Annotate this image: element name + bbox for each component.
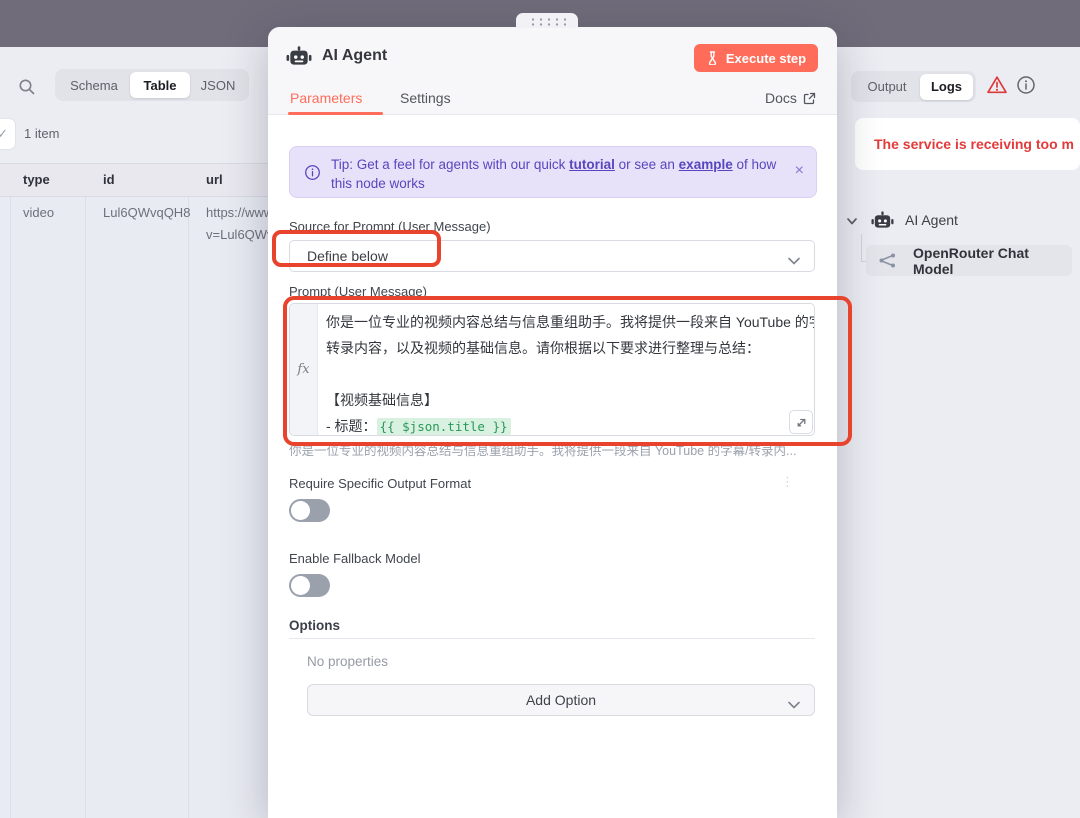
column-divider	[188, 164, 189, 818]
cell-url-line1: https://www	[206, 205, 273, 220]
robot-icon	[286, 45, 312, 67]
fx-icon: fx	[297, 362, 309, 377]
require-format-toggle[interactable]	[289, 499, 330, 522]
check-icon: ✓	[0, 126, 8, 142]
close-icon[interactable]: ×	[795, 162, 804, 180]
prompt-editor[interactable]: fx 你是一位专业的视频内容总结与信息重组助手。我将提供一段来自 YouTube…	[289, 303, 815, 436]
modal-header: AI Agent Execute step Parameters Setting…	[268, 27, 837, 115]
error-message: The service is receiving too m	[855, 136, 1074, 152]
grip-dots-icon	[529, 17, 566, 26]
cell-url-line2: v=Lul6QWv	[206, 227, 274, 242]
log-tree-node-ai-agent[interactable]: AI Agent	[846, 206, 1076, 234]
docs-link[interactable]: Docs	[765, 90, 816, 106]
column-header-type[interactable]: type	[23, 172, 50, 187]
active-tab-underline	[288, 112, 383, 115]
require-format-label: Require Specific Output Format	[289, 476, 471, 491]
modal-drag-handle[interactable]	[516, 13, 578, 28]
kebab-menu-icon[interactable]: ⋮	[781, 474, 794, 490]
tab-json[interactable]: JSON	[190, 72, 246, 98]
column-divider	[85, 164, 86, 818]
search-icon[interactable]	[18, 78, 36, 96]
select-all-checkbox[interactable]: ✓	[0, 118, 16, 150]
cell-type: video	[23, 205, 54, 220]
add-option-label: Add Option	[526, 692, 596, 708]
tab-output[interactable]: Output	[854, 74, 920, 100]
prompt-text[interactable]: 你是一位专业的视频内容总结与信息重组助手。我将提供一段来自 YouTube 的字…	[326, 309, 806, 436]
input-view-switcher: Schema Table JSON	[55, 69, 249, 101]
model-share-icon	[878, 253, 897, 268]
options-divider	[289, 638, 815, 639]
info-icon[interactable]	[1016, 75, 1036, 95]
tab-schema[interactable]: Schema	[58, 72, 130, 98]
example-link[interactable]: example	[679, 157, 733, 172]
tree-node-label: AI Agent	[905, 212, 958, 228]
column-header-id[interactable]: id	[103, 172, 115, 187]
expression-token: {{ $json.title }}	[377, 418, 511, 435]
fallback-toggle[interactable]	[289, 574, 330, 597]
chevron-down-icon[interactable]	[846, 214, 858, 226]
prompt-resolved-preview: 你是一位专业的视频内容总结与信息重组助手。我将提供一段来自 YouTube 的字…	[289, 440, 815, 459]
execute-step-label: Execute step	[726, 51, 806, 66]
external-link-icon	[803, 92, 816, 105]
robot-icon	[871, 210, 894, 230]
input-data-table: type id url video Lul6QWvqQH8 https://ww…	[0, 163, 268, 818]
table-header-row: type id url	[0, 164, 268, 197]
column-header-url[interactable]: url	[206, 172, 223, 187]
add-option-button[interactable]: Add Option	[307, 684, 815, 716]
error-banner: The service is receiving too m	[855, 118, 1080, 170]
column-divider	[10, 164, 11, 818]
prompt-line: 转录内容，以及视频的基础信息。请你根据以下要求进行整理与总结：	[326, 335, 806, 361]
prompt-line: 你是一位专业的视频内容总结与信息重组助手。我将提供一段来自 YouTube 的字…	[326, 309, 806, 335]
tree-node-label: OpenRouter Chat Model	[913, 245, 1072, 277]
node-title: AI Agent	[322, 47, 387, 65]
node-title-row: AI Agent	[286, 45, 387, 67]
prompt-label: Prompt (User Message)	[289, 284, 427, 299]
prompt-line: - 标题：{{ $json.title }}	[326, 413, 806, 436]
tab-parameters[interactable]: Parameters	[290, 90, 362, 106]
expand-editor-button[interactable]	[789, 410, 813, 434]
tip-banner: Tip: Get a feel for agents with our quic…	[289, 146, 817, 198]
no-properties-text: No properties	[307, 654, 388, 669]
tab-table[interactable]: Table	[130, 72, 190, 98]
fallback-label: Enable Fallback Model	[289, 551, 421, 566]
source-prompt-select[interactable]: Define below	[289, 240, 815, 272]
expand-icon	[796, 417, 807, 428]
tab-logs[interactable]: Logs	[920, 74, 973, 100]
screen: Schema Table JSON ✓ 1 item type id url v…	[0, 0, 1080, 818]
options-heading: Options	[289, 618, 340, 633]
chevron-down-icon	[788, 252, 800, 268]
node-detail-modal: AI Agent Execute step Parameters Setting…	[268, 27, 837, 818]
output-view-switcher: Output Logs	[851, 71, 976, 102]
info-icon	[304, 164, 321, 181]
expression-gutter: fx	[290, 304, 318, 435]
item-count-label: 1 item	[24, 126, 59, 141]
prompt-line: 【视频基础信息】	[326, 387, 806, 413]
execute-step-button[interactable]: Execute step	[694, 44, 818, 72]
tutorial-link[interactable]: tutorial	[569, 157, 615, 172]
prompt-line	[326, 361, 806, 387]
flask-icon	[706, 51, 719, 65]
log-tree-node-openrouter[interactable]: OpenRouter Chat Model	[866, 245, 1072, 276]
chevron-down-icon	[788, 696, 800, 712]
source-prompt-value: Define below	[290, 248, 388, 264]
toggle-knob	[291, 501, 310, 520]
warning-icon[interactable]	[986, 75, 1008, 95]
docs-label: Docs	[765, 90, 797, 106]
source-prompt-label: Source for Prompt (User Message)	[289, 219, 491, 234]
tab-settings[interactable]: Settings	[400, 90, 451, 106]
cell-id: Lul6QWvqQH8	[103, 205, 190, 220]
toggle-knob	[291, 576, 310, 595]
tip-text: Tip: Get a feel for agents with our quic…	[331, 155, 779, 193]
